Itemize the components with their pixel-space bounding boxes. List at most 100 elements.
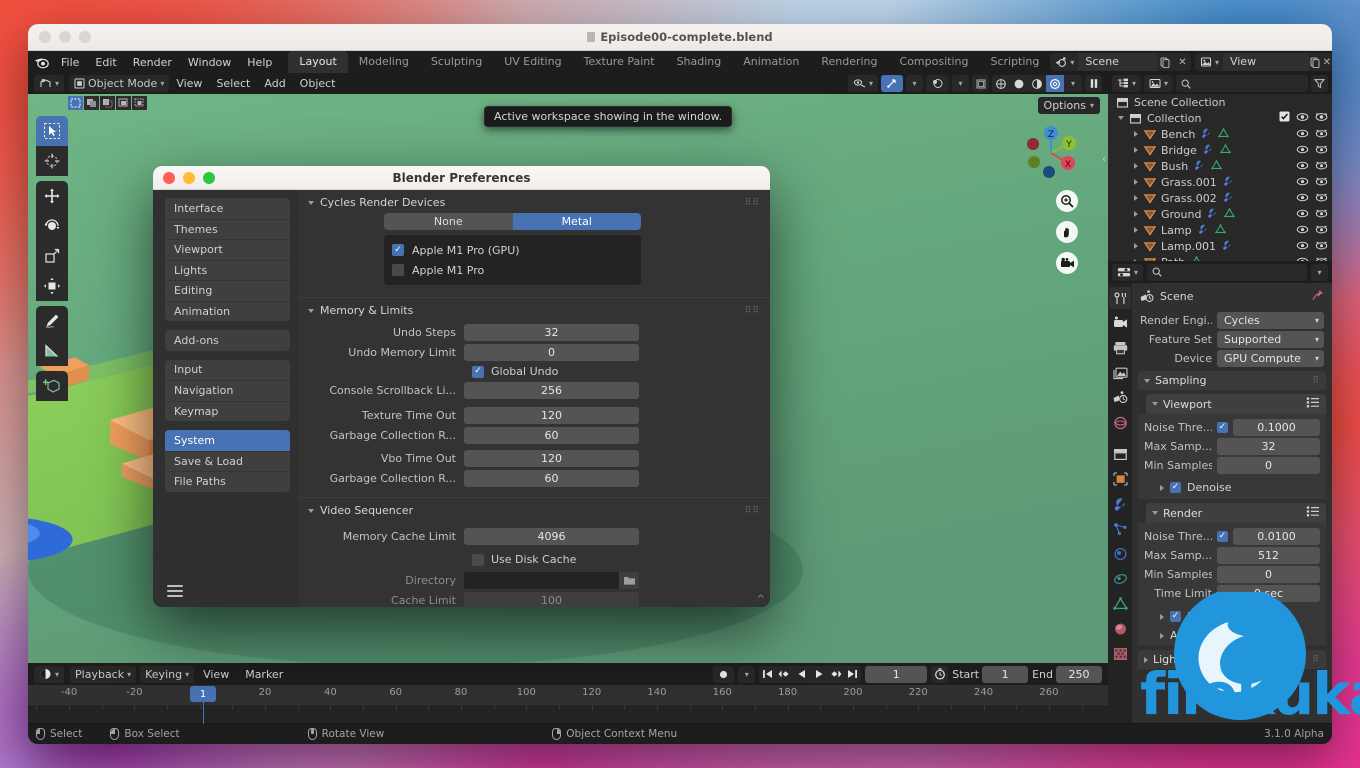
presets-icon[interactable]	[1306, 397, 1320, 411]
disclosure-triangle-icon[interactable]	[1160, 485, 1164, 491]
eye-icon[interactable]	[1296, 144, 1309, 157]
sampling-field-value[interactable]: 0.0100	[1233, 528, 1320, 545]
tab-output-properties[interactable]	[1109, 337, 1131, 359]
camera-icon[interactable]	[1315, 240, 1328, 253]
preferences-nav-item-system[interactable]: System	[165, 430, 290, 451]
current-frame-field[interactable]: 1	[865, 666, 927, 683]
tool-add-cube[interactable]	[36, 371, 68, 401]
mesh-data-icon[interactable]	[1220, 144, 1231, 157]
modifier-icon[interactable]	[1194, 160, 1205, 173]
toggle-xray-button[interactable]	[972, 75, 989, 92]
timeline-menu-marker[interactable]: Marker	[238, 666, 290, 683]
panel-render-sampling[interactable]: Render	[1146, 503, 1326, 523]
preferences-nav-item-viewport[interactable]: Viewport	[165, 239, 290, 260]
disclosure-triangle-icon[interactable]	[1134, 131, 1138, 137]
camera-icon[interactable]	[1315, 128, 1328, 141]
tab-constraint-properties[interactable]	[1109, 568, 1131, 590]
render-setting-value[interactable]: Cycles▾	[1217, 312, 1324, 329]
viewport-options-button[interactable]: Options ▾	[1038, 97, 1100, 114]
field-checkbox[interactable]: ✓	[1217, 422, 1228, 433]
shading-solid-button[interactable]	[1010, 75, 1028, 92]
sidebar-toggle-arrow[interactable]: ‹	[1102, 154, 1106, 165]
menu-edit[interactable]: Edit	[87, 53, 124, 72]
properties-options-chevron[interactable]: ▾	[1311, 264, 1328, 281]
use-disk-cache-row[interactable]: Use Disk Cache	[472, 553, 770, 566]
select-tweak-mode[interactable]	[68, 96, 83, 110]
shading-options-chevron[interactable]: ▾	[1064, 75, 1082, 92]
disclosure-triangle-icon[interactable]	[1134, 211, 1138, 217]
camera-icon[interactable]	[1315, 112, 1328, 125]
outliner-display-mode[interactable]: ▾	[1144, 75, 1173, 92]
viewport-denoise-checkbox[interactable]: ✓	[1170, 482, 1181, 493]
editor-type-selector[interactable]: ▾	[34, 75, 64, 92]
global-undo-row[interactable]: ✓ Global Undo	[472, 365, 770, 378]
outliner-row-object[interactable]: Lamp.001	[1108, 238, 1332, 254]
sampling-field-row[interactable]: Noise Thre...✓0.0100	[1144, 528, 1320, 545]
view-layer-name-field[interactable]: View Layer	[1223, 53, 1309, 71]
scene-name-field[interactable]: Scene	[1078, 53, 1157, 71]
timeline-playback-menu[interactable]: Playback ▾	[70, 666, 136, 683]
preferences-field-row[interactable]: Texture Time Out120	[298, 407, 770, 424]
tool-transform[interactable]	[36, 271, 68, 301]
blender-logo-icon[interactable]	[34, 54, 49, 70]
cache-limit-row[interactable]: Cache Limit 100	[298, 592, 770, 607]
menu-file[interactable]: File	[53, 53, 87, 72]
preferences-nav-item-lights[interactable]: Lights	[165, 260, 290, 281]
preferences-field-row[interactable]: Undo Memory Limit0	[298, 344, 770, 361]
select-invert-mode[interactable]	[116, 96, 131, 110]
delete-view-layer-button[interactable]: ✕	[1321, 53, 1332, 71]
disclosure-triangle-icon[interactable]	[1134, 147, 1138, 153]
tab-animation[interactable]: Animation	[732, 51, 810, 73]
section-video-sequencer[interactable]: Video Sequencer ⠿⠿	[298, 498, 770, 521]
sampling-field-value[interactable]: 0.1000	[1233, 419, 1320, 436]
eye-icon[interactable]	[1296, 256, 1309, 262]
sampling-field-row[interactable]: Time Limit0 sec	[1144, 585, 1320, 602]
sampling-field-value[interactable]: 0	[1217, 566, 1320, 583]
mesh-data-icon[interactable]	[1224, 208, 1235, 221]
outliner-tree[interactable]: Scene Collection Collection	[1108, 94, 1332, 261]
eye-icon[interactable]	[1296, 208, 1309, 221]
outliner-filter-button[interactable]	[1311, 75, 1328, 92]
preferences-field-row[interactable]: Undo Steps32	[298, 324, 770, 341]
panel-viewport-sampling[interactable]: Viewport	[1146, 394, 1326, 414]
sampling-field-value[interactable]: 32	[1217, 438, 1320, 455]
preferences-field-value[interactable]: 120	[464, 450, 639, 467]
select-extend-mode[interactable]	[84, 96, 99, 110]
preferences-nav-item-themes[interactable]: Themes	[165, 219, 290, 240]
select-subtract-mode[interactable]	[100, 96, 115, 110]
render-setting-row[interactable]: Render Engi...Cycles▾	[1140, 312, 1324, 329]
outliner-row-object[interactable]: Grass.001	[1108, 174, 1332, 190]
play-button[interactable]	[810, 666, 827, 683]
render-setting-value[interactable]: Supported▾	[1217, 331, 1324, 348]
outliner-editor-type[interactable]: ▾	[1112, 75, 1141, 92]
tab-object-properties[interactable]	[1109, 468, 1131, 490]
preferences-nav-item-file-paths[interactable]: File Paths	[165, 471, 290, 492]
eye-icon[interactable]	[1296, 160, 1309, 173]
snap-toggle[interactable]	[881, 75, 903, 92]
camera-icon[interactable]	[1315, 176, 1328, 189]
menu-render[interactable]: Render	[125, 53, 180, 72]
outliner-row-object[interactable]: Bench	[1108, 126, 1332, 142]
camera-icon[interactable]	[1315, 144, 1328, 157]
timeline-keying-menu[interactable]: Keying ▾	[140, 666, 194, 683]
preferences-field-row[interactable]: Garbage Collection R...60	[298, 427, 770, 444]
outliner-row-object[interactable]: Bush	[1108, 158, 1332, 174]
preferences-field-row[interactable]: Vbo Time Out120	[298, 450, 770, 467]
camera-icon[interactable]	[1315, 192, 1328, 205]
disclosure-triangle-icon[interactable]	[1118, 116, 1124, 120]
eye-icon[interactable]	[1296, 224, 1309, 237]
sampling-field-row[interactable]: Max Samp...32	[1144, 438, 1320, 455]
use-disk-cache-checkbox[interactable]	[472, 554, 484, 566]
modifier-icon[interactable]	[1223, 192, 1234, 205]
outliner-row-object[interactable]: Bridge	[1108, 142, 1332, 158]
preferences-menu-icon[interactable]	[167, 585, 183, 597]
preferences-field-value[interactable]: 32	[464, 324, 639, 341]
outliner-row-object[interactable]: Ground	[1108, 206, 1332, 222]
tab-view-layer-properties[interactable]	[1109, 362, 1131, 384]
properties-editor-type[interactable]: ▾	[1112, 264, 1143, 281]
tab-material-properties[interactable]	[1109, 618, 1131, 640]
delete-scene-button[interactable]: ✕	[1174, 53, 1191, 71]
outliner-row-object[interactable]: Path	[1108, 254, 1332, 261]
properties-search-input[interactable]	[1147, 264, 1307, 281]
preferences-nav-item-input[interactable]: Input	[165, 360, 290, 381]
